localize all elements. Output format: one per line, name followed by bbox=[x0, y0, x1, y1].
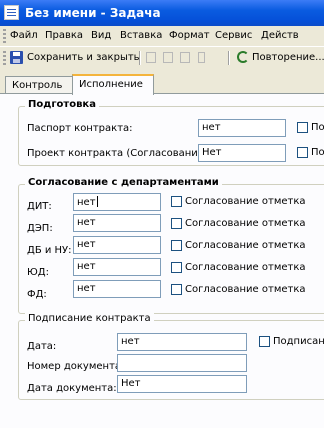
title-bar[interactable]: Без имени - Задача bbox=[0, 0, 324, 26]
tab-panel: Подготовка Паспорт контракта: нет По Про… bbox=[0, 93, 324, 428]
signing-group-title: Подписание контракта bbox=[25, 313, 154, 324]
menu-tools[interactable]: Сервис bbox=[215, 30, 252, 41]
attach-icon[interactable] bbox=[198, 52, 205, 63]
toolbar: Сохранить и закрыть Повторение... bbox=[0, 47, 324, 69]
menu-file[interactable]: Файл bbox=[10, 30, 38, 41]
dept-dit-label: ДИТ: bbox=[27, 201, 52, 212]
contract-passport-checkbox[interactable] bbox=[297, 122, 308, 133]
menu-view[interactable]: Вид bbox=[91, 30, 111, 41]
preparation-group-title: Подготовка bbox=[25, 99, 99, 110]
save-icon bbox=[10, 51, 23, 64]
contract-passport-field[interactable]: нет bbox=[198, 119, 286, 137]
copy-icon[interactable] bbox=[163, 52, 173, 63]
recurrence-icon bbox=[237, 51, 249, 63]
tab-strip: Контроль Исполнение bbox=[0, 74, 324, 95]
dept-dep-label: ДЭП: bbox=[27, 223, 53, 234]
paste-icon[interactable] bbox=[180, 52, 190, 63]
menu-format[interactable]: Формат bbox=[169, 30, 210, 41]
contract-draft-check-label: По bbox=[311, 147, 324, 158]
dept-dit-checkbox[interactable] bbox=[171, 196, 182, 207]
dept-dit-check-label: Согласование отметка bbox=[185, 196, 306, 207]
dept-db-nu-check-label: Согласование отметка bbox=[185, 240, 306, 251]
doc-date-field[interactable]: Нет bbox=[117, 375, 247, 393]
contract-passport-label: Паспорт контракта: bbox=[27, 123, 133, 134]
menu-bar: Файл Правка Вид Вставка Формат Сервис Де… bbox=[0, 26, 324, 47]
contract-passport-check-label: По bbox=[311, 122, 324, 133]
dept-db-nu-checkbox[interactable] bbox=[171, 240, 182, 251]
signing-date-label: Дата: bbox=[27, 341, 57, 352]
contract-draft-checkbox[interactable] bbox=[297, 147, 308, 158]
signed-checkbox[interactable] bbox=[259, 336, 270, 347]
departments-group-title: Согласование с департаментами bbox=[25, 177, 222, 188]
signed-check-label: Подписан bbox=[273, 336, 324, 347]
task-app-icon bbox=[4, 5, 19, 20]
window-title: Без имени - Задача bbox=[25, 6, 161, 20]
menu-actions[interactable]: Действ bbox=[261, 30, 299, 41]
tab-execution[interactable]: Исполнение bbox=[72, 74, 154, 95]
dept-fd-check-label: Согласование отметка bbox=[185, 284, 306, 295]
toolbar-separator bbox=[228, 51, 229, 65]
save-close-button[interactable]: Сохранить и закрыть bbox=[27, 52, 140, 68]
dept-db-nu-field[interactable]: нет bbox=[73, 236, 161, 254]
dept-yud-checkbox[interactable] bbox=[171, 262, 182, 273]
contract-draft-field[interactable]: Нет bbox=[198, 144, 286, 162]
dept-dit-field[interactable]: нет bbox=[73, 193, 161, 211]
dept-fd-field[interactable]: нет bbox=[73, 280, 161, 298]
dept-dep-check-label: Согласование отметка bbox=[185, 218, 306, 229]
dept-dep-field[interactable]: нет bbox=[73, 214, 161, 232]
dept-yud-label: ЮД: bbox=[27, 267, 49, 278]
dept-fd-label: ФД: bbox=[27, 289, 47, 300]
doc-number-field[interactable] bbox=[117, 354, 247, 372]
cut-icon[interactable] bbox=[146, 52, 156, 63]
dept-db-nu-label: ДБ и НУ: bbox=[27, 245, 72, 256]
tab-control[interactable]: Контроль bbox=[5, 76, 73, 93]
doc-number-label: Номер документа: bbox=[27, 361, 125, 372]
toolbar-separator bbox=[139, 51, 140, 65]
doc-date-label: Дата документа: bbox=[27, 383, 117, 394]
menu-grip-icon bbox=[3, 29, 6, 43]
toolbar-grip-icon bbox=[3, 51, 6, 65]
contract-draft-label: Проект контракта (Согласование): bbox=[27, 148, 212, 159]
dept-fd-checkbox[interactable] bbox=[171, 284, 182, 295]
dept-yud-field[interactable]: нет bbox=[73, 258, 161, 276]
dept-yud-check-label: Согласование отметка bbox=[185, 262, 306, 273]
recurrence-button[interactable]: Повторение... bbox=[252, 52, 324, 68]
signing-date-field[interactable]: нет bbox=[117, 333, 247, 351]
menu-insert[interactable]: Вставка bbox=[120, 30, 162, 41]
menu-edit[interactable]: Правка bbox=[45, 30, 83, 41]
dept-dep-checkbox[interactable] bbox=[171, 218, 182, 229]
